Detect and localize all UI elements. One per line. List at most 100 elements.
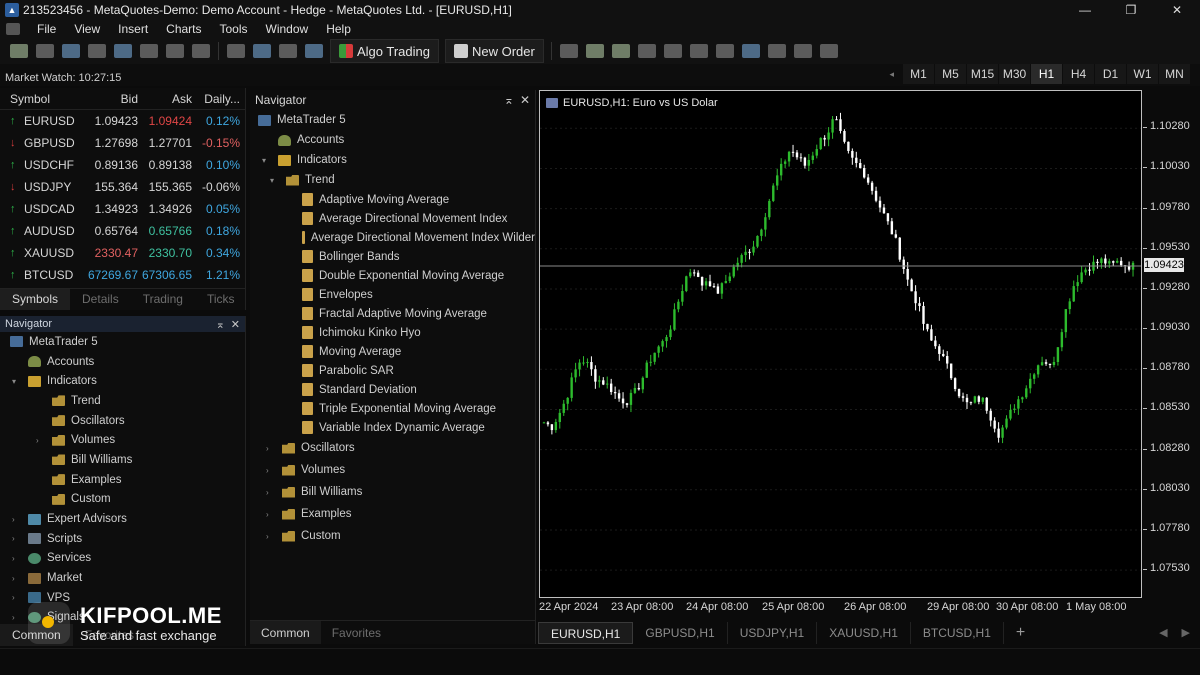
market-icon[interactable] xyxy=(279,44,297,58)
line-tools-icon[interactable] xyxy=(819,44,838,58)
tab-favorites[interactable]: Favorites xyxy=(321,621,392,644)
menu-insert[interactable]: Insert xyxy=(109,22,157,36)
zoom-out-icon[interactable] xyxy=(689,44,708,58)
tree-root[interactable]: MetaTrader 5 xyxy=(0,332,245,352)
column-symbol[interactable]: Symbol xyxy=(0,92,80,106)
indicators-icon[interactable] xyxy=(741,44,760,58)
tree-folder-trend[interactable]: Trend xyxy=(0,391,245,411)
expand-icon[interactable]: › xyxy=(266,532,269,541)
algo-trading-button[interactable]: Algo Trading xyxy=(330,39,439,63)
scroll-right-icon[interactable]: ▶ xyxy=(1182,627,1190,639)
market-watch-icon[interactable] xyxy=(62,44,80,58)
menu-file[interactable]: File xyxy=(28,22,65,36)
tree-folder-oscillators[interactable]: › Oscillators xyxy=(250,437,535,459)
table-row[interactable]: ↑ BTCUSD 67269.67 67306.65 1.21% xyxy=(0,264,245,286)
tree-folder-examples[interactable]: Examples xyxy=(0,470,245,490)
menu-window[interactable]: Window xyxy=(257,22,318,36)
chart-canvas[interactable]: EURUSD,H1: Euro vs US Dolar xyxy=(539,90,1142,598)
table-row[interactable]: ↑ USDCAD 1.34923 1.34926 0.05% xyxy=(0,198,245,220)
table-row[interactable]: ↑ USDCHF 0.89136 0.89138 0.10% xyxy=(0,154,245,176)
add-chart-icon[interactable]: + xyxy=(1004,624,1037,642)
tree-trend-item[interactable]: Average Directional Movement Index xyxy=(250,209,535,228)
table-row[interactable]: ↑ XAUUSD 2330.47 2330.70 0.34% xyxy=(0,242,245,264)
expand-icon[interactable]: › xyxy=(36,436,39,445)
close-icon[interactable]: ✕ xyxy=(1154,0,1200,20)
tree-scripts[interactable]: › Scripts xyxy=(0,529,245,549)
table-row[interactable]: ↓ USDJPY 155.364 155.365 -0.06% xyxy=(0,176,245,198)
new-order-button[interactable]: New Order xyxy=(445,39,544,63)
menu-help[interactable]: Help xyxy=(317,22,360,36)
expand-icon[interactable]: › xyxy=(266,444,269,453)
trade-arrows-icon[interactable] xyxy=(559,44,578,58)
tree-trend-item[interactable]: Adaptive Moving Average xyxy=(250,190,535,209)
tree-accounts[interactable]: Accounts xyxy=(250,130,535,150)
profiles-icon[interactable] xyxy=(36,44,54,58)
new-chart-icon[interactable] xyxy=(10,44,28,58)
templates-icon[interactable] xyxy=(767,44,786,58)
tree-folder-oscillators[interactable]: Oscillators xyxy=(0,411,245,431)
table-row[interactable]: ↑ AUDUSD 0.65764 0.65766 0.18% xyxy=(0,220,245,242)
tree-folder-custom[interactable]: Custom xyxy=(0,490,245,510)
tab-details[interactable]: Details xyxy=(70,289,131,310)
column-ask[interactable]: Ask xyxy=(138,92,192,106)
tree-indicators[interactable]: ▾ Indicators xyxy=(0,371,245,391)
bar-chart-icon[interactable] xyxy=(585,44,604,58)
tree-trend-item[interactable]: Fractal Adaptive Moving Average xyxy=(250,304,535,323)
crosshair-icon[interactable] xyxy=(793,44,812,58)
tab-trading[interactable]: Trading xyxy=(131,289,195,310)
chart-tab-usdjpy[interactable]: USDJPY,H1 xyxy=(728,622,818,644)
timeframe-m15[interactable]: M15 xyxy=(967,64,998,84)
timeframe-m30[interactable]: M30 xyxy=(999,64,1030,84)
expand-icon[interactable]: › xyxy=(12,613,15,622)
tree-trend-item[interactable]: Average Directional Movement Index Wilde… xyxy=(250,228,535,247)
line-chart-icon[interactable] xyxy=(637,44,656,58)
column-daily[interactable]: Daily... xyxy=(192,92,240,106)
time-axis[interactable]: 22 Apr 2024 23 Apr 08:00 24 Apr 08:00 25 Ap… xyxy=(539,599,1143,619)
tile-windows-icon[interactable] xyxy=(715,44,734,58)
strategy-tester-icon[interactable] xyxy=(166,44,184,58)
zoom-in-icon[interactable] xyxy=(663,44,682,58)
tree-folder-custom[interactable]: › Custom xyxy=(250,525,535,547)
timeframe-w1[interactable]: W1 xyxy=(1127,64,1158,84)
close-icon[interactable]: ✕ xyxy=(520,93,530,107)
chart-tab-btcusd[interactable]: BTCUSD,H1 xyxy=(911,622,1004,644)
metaeditor-icon[interactable] xyxy=(227,44,245,58)
tree-accounts[interactable]: Accounts xyxy=(0,352,245,372)
tree-folder-bill-williams[interactable]: Bill Williams xyxy=(0,450,245,470)
menu-charts[interactable]: Charts xyxy=(157,22,210,36)
toolbox-icon[interactable] xyxy=(140,44,158,58)
tree-trend-item[interactable]: Bollinger Bands xyxy=(250,247,535,266)
expand-icon[interactable]: › xyxy=(12,593,15,602)
navigator-icon[interactable] xyxy=(114,44,132,58)
tree-folder-volumes[interactable]: › Volumes xyxy=(0,430,245,450)
data-window-icon[interactable] xyxy=(88,44,106,58)
timeframe-h1[interactable]: H1 xyxy=(1031,64,1062,84)
tree-folder-volumes[interactable]: › Volumes xyxy=(250,459,535,481)
expand-icon[interactable]: › xyxy=(266,488,269,497)
tree-trend-item[interactable]: Envelopes xyxy=(250,285,535,304)
tree-trend-item[interactable]: Parabolic SAR xyxy=(250,361,535,380)
tree-folder-bill-williams[interactable]: › Bill Williams xyxy=(250,481,535,503)
expand-icon[interactable]: ▾ xyxy=(12,377,16,386)
tab-ticks[interactable]: Ticks xyxy=(195,289,247,310)
timeframe-d1[interactable]: D1 xyxy=(1095,64,1126,84)
candlestick-icon[interactable] xyxy=(611,44,630,58)
signals-icon[interactable] xyxy=(253,44,271,58)
minimize-icon[interactable]: — xyxy=(1062,0,1108,20)
price-axis[interactable]: 1.10280 1.10030 1.09780 1.09530 1.09280 1.090… xyxy=(1143,89,1190,599)
pin-icon[interactable]: ⌅ xyxy=(216,319,225,331)
tree-services[interactable]: › Services xyxy=(0,549,245,569)
expand-icon[interactable]: › xyxy=(266,466,269,475)
price-chart[interactable] xyxy=(540,91,1141,597)
tree-trend-item[interactable]: Moving Average xyxy=(250,342,535,361)
tree-folder-trend[interactable]: ▾ Trend xyxy=(250,170,535,190)
expand-icon[interactable]: ▾ xyxy=(270,176,274,185)
menu-tools[interactable]: Tools xyxy=(211,22,257,36)
tree-root[interactable]: MetaTrader 5 xyxy=(250,110,535,130)
timeframe-mn[interactable]: MN xyxy=(1159,64,1190,84)
tree-trend-item[interactable]: Ichimoku Kinko Hyo xyxy=(250,323,535,342)
timeframe-h4[interactable]: H4 xyxy=(1063,64,1094,84)
expand-icon[interactable]: › xyxy=(266,510,269,519)
expand-icon[interactable]: › xyxy=(12,574,15,583)
tree-trend-item[interactable]: Triple Exponential Moving Average xyxy=(250,399,535,418)
